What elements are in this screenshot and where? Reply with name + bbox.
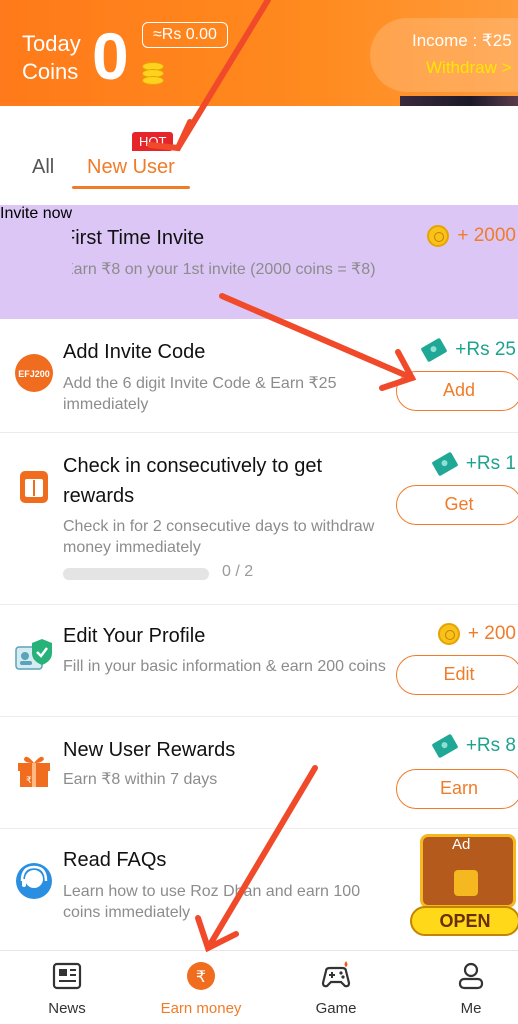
task-title: Check in consecutively to get rewards — [63, 455, 323, 507]
tab-new-user[interactable]: New User — [87, 156, 175, 179]
task-tabs: All New User HOT — [0, 106, 518, 202]
income-panel[interactable] — [370, 18, 518, 92]
task-title: Add Invite Code — [63, 341, 206, 363]
bottom-navigation: News ₹ Earn money Game Me — [0, 950, 518, 1024]
task-description: Fill in your basic information & earn 20… — [63, 658, 386, 675]
cash-ticket-icon — [431, 451, 459, 477]
open-chest-button[interactable]: OPEN — [410, 906, 518, 936]
svg-text:₹: ₹ — [26, 775, 32, 785]
nav-earn-money[interactable]: ₹ Earn money — [146, 951, 256, 1024]
nav-game[interactable]: Game — [281, 951, 391, 1024]
edit-button[interactable]: Edit — [396, 655, 518, 695]
task-title: First Time Invite — [63, 227, 205, 249]
coin-icon — [427, 225, 450, 247]
news-icon — [52, 962, 82, 990]
hot-badge: HOT — [132, 132, 174, 151]
today-label: Today — [22, 31, 81, 56]
coin-icon — [437, 623, 460, 645]
checkin-progress-bar — [63, 568, 209, 580]
invite-code-icon: EFJ200 — [15, 354, 53, 392]
active-tab-indicator — [72, 186, 190, 189]
add-button[interactable]: Add — [396, 371, 518, 411]
support-agent-icon — [16, 863, 52, 899]
task-title: Edit Your Profile — [63, 625, 206, 647]
nav-me-label: Me — [460, 1000, 482, 1017]
nav-earn-label: Earn money — [160, 1000, 242, 1017]
banner-image — [400, 96, 518, 106]
task-row-first-invite: 1 First Time Invite Earn ₹8 on your 1st … — [0, 205, 518, 319]
task-description: Learn how to use Roz Dhan and earn 100 c… — [63, 883, 361, 921]
nav-news[interactable]: News — [12, 951, 122, 1024]
svg-text:₹: ₹ — [196, 967, 206, 986]
task-row-add-invite-code: EFJ200 Add Invite Code Add the 6 digit I… — [0, 319, 518, 433]
task-reward: +Rs 25 — [420, 337, 516, 363]
task-reward: +Rs 8 — [431, 733, 516, 759]
task-reward: + 2000 — [427, 225, 516, 247]
task-row-new-user-rewards: ₹ New User Rewards Earn ₹8 within 7 days… — [0, 717, 518, 829]
rupee-coin-icon: ₹ — [187, 962, 215, 990]
task-description: Add the 6 digit Invite Code & Earn ₹25 i… — [63, 375, 337, 413]
user-icon — [458, 962, 484, 990]
withdraw-link[interactable]: Withdraw > — [426, 58, 512, 78]
ad-treasure-chest[interactable]: Ad OPEN — [408, 830, 518, 938]
cash-ticket-icon — [431, 733, 459, 759]
task-reward: + 200 — [437, 623, 516, 645]
ad-label: Ad — [452, 836, 471, 853]
coins-label: Coins — [22, 59, 79, 84]
tab-all[interactable]: All — [32, 156, 54, 179]
task-reward: +Rs 1 — [431, 451, 516, 477]
nav-game-label: Game — [315, 1000, 357, 1017]
reward-value: + 2000 — [457, 225, 516, 246]
gift-icon: ₹ — [18, 756, 50, 787]
income-label: Income : ₹25 — [412, 31, 512, 50]
header: Today Coins 0 ≈Rs 0.00 Income : ₹25 With… — [0, 0, 518, 106]
coins-count: 0 — [92, 19, 129, 93]
gamepad-icon — [321, 961, 351, 988]
nav-news-label: News — [48, 1000, 86, 1017]
nav-me[interactable]: Me — [416, 951, 518, 1024]
invite-now-button[interactable]: Invite now — [0, 205, 73, 319]
checkin-progress-text: 0 / 2 — [222, 563, 254, 580]
rs-equivalent: ≈Rs 0.00 — [142, 22, 228, 48]
task-description: Earn ₹8 on your 1st invite (2000 coins =… — [63, 261, 376, 278]
get-button[interactable]: Get — [396, 485, 518, 525]
task-description: Check in for 2 consecutive days to withd… — [63, 518, 375, 556]
task-title: New User Rewards — [63, 739, 236, 761]
coin-stack-icon — [142, 62, 164, 86]
task-description: Earn ₹8 within 7 days — [63, 771, 218, 788]
calendar-book-icon — [20, 471, 48, 503]
profile-card-icon — [15, 639, 52, 670]
task-row-edit-profile: Edit Your Profile Fill in your basic inf… — [0, 605, 518, 717]
cash-ticket-icon — [420, 337, 448, 363]
earn-button[interactable]: Earn — [396, 769, 518, 809]
reward-value: +Rs 8 — [465, 735, 516, 756]
task-title: Read FAQs — [63, 849, 167, 871]
today-coins-label: Today Coins — [22, 30, 81, 86]
reward-value: +Rs 1 — [465, 453, 516, 474]
lock-icon — [454, 870, 478, 896]
reward-value: + 200 — [467, 623, 516, 644]
reward-value: +Rs 25 — [455, 339, 516, 360]
invite-code-icon-text: EFJ200 — [18, 369, 50, 379]
